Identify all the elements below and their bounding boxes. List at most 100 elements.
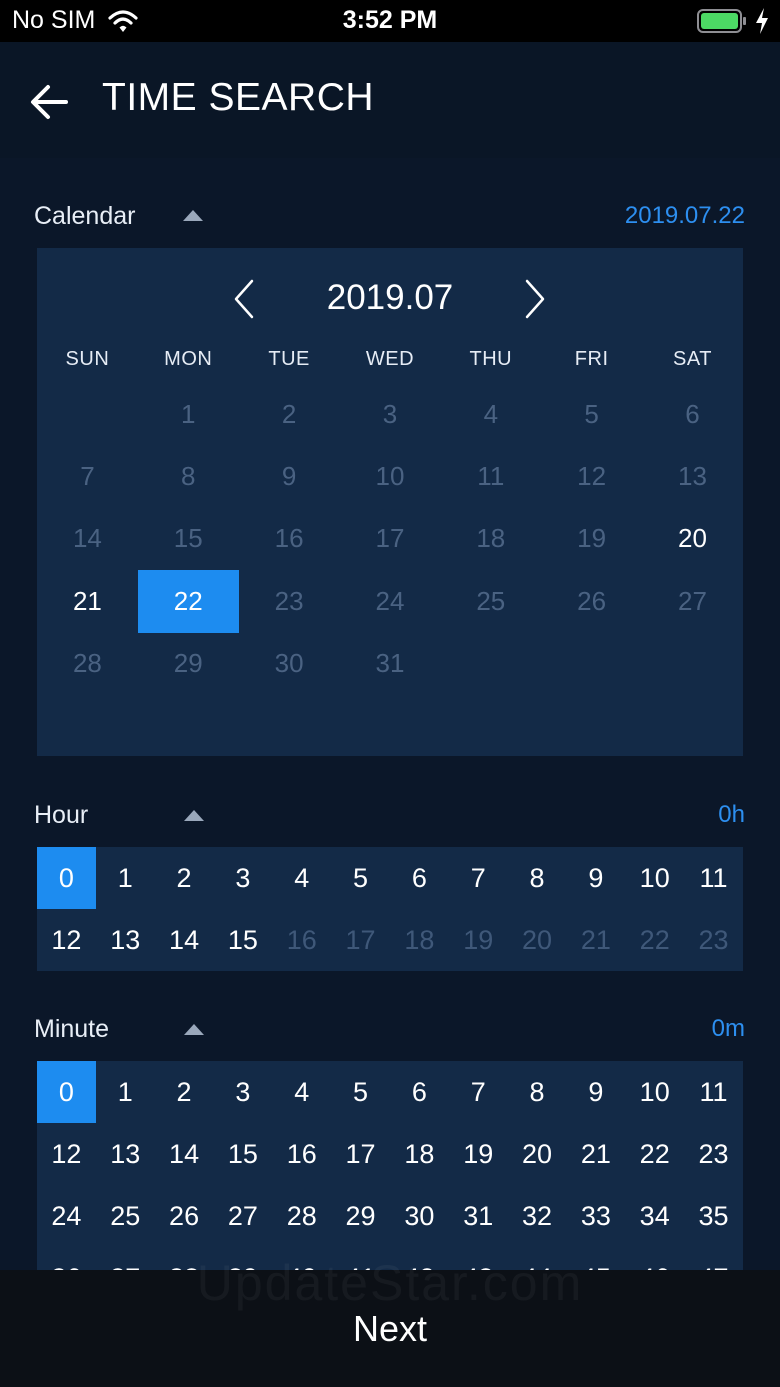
calendar-day-27: 27 <box>678 585 707 616</box>
calendar-day-23: 23 <box>274 585 304 616</box>
hour-option-8[interactable]: 8 <box>508 847 567 909</box>
minute-option-16[interactable]: 16 <box>272 1123 331 1185</box>
minute-option-12[interactable]: 12 <box>37 1123 96 1185</box>
calendar-day-30: 30 <box>274 648 304 679</box>
calendar-day-11: 11 <box>477 461 505 492</box>
minute-option-8[interactable]: 8 <box>508 1061 567 1123</box>
weekday-tue: TUE <box>268 348 310 370</box>
next-button[interactable]: Next <box>0 1270 780 1387</box>
clock: 3:52 PM <box>342 6 438 34</box>
hour-option-18: 18 <box>404 924 435 955</box>
calendar-day-9: 9 <box>281 461 297 492</box>
hour-option-14[interactable]: 14 <box>155 909 214 971</box>
minute-option-28[interactable]: 28 <box>272 1185 331 1247</box>
calendar-day-24: 24 <box>375 585 405 616</box>
hour-option-19: 19 <box>463 924 494 955</box>
minute-option-34[interactable]: 34 <box>625 1185 684 1247</box>
hour-label: Hour <box>34 801 89 829</box>
hour-collapse-caret-icon[interactable] <box>184 810 204 821</box>
calendar-day-13: 13 <box>678 461 707 492</box>
minute-option-1[interactable]: 1 <box>96 1061 155 1123</box>
hour-option-16: 16 <box>286 924 317 955</box>
minute-option-21[interactable]: 21 <box>566 1123 625 1185</box>
weekday-mon: MON <box>164 348 213 370</box>
minute-option-23[interactable]: 23 <box>684 1123 743 1185</box>
hour-option-1[interactable]: 1 <box>96 847 155 909</box>
minute-option-15[interactable]: 15 <box>213 1123 272 1185</box>
status-bar: No SIM 3:52 PM <box>0 0 780 42</box>
calendar-collapse-caret-icon[interactable] <box>183 210 203 221</box>
minute-collapse-caret-icon[interactable] <box>184 1024 204 1035</box>
calendar-day-5: 5 <box>584 398 599 429</box>
minute-option-20[interactable]: 20 <box>508 1123 567 1185</box>
calendar-day-18: 18 <box>476 523 506 554</box>
hour-option-11[interactable]: 11 <box>684 847 743 909</box>
minute-option-33[interactable]: 33 <box>566 1185 625 1247</box>
minute-option-9[interactable]: 9 <box>566 1061 625 1123</box>
minute-panel: 0 1 2 3 4 5 6 7 8 9 10 11 12 13 14 15 16 17 18 19 20 21 22 23 24… <box>37 1061 743 1270</box>
hour-option-10[interactable]: 10 <box>625 847 684 909</box>
weekday-header: SUN MON TUE WED THU FRI SAT <box>37 348 743 371</box>
minute-option-2[interactable]: 2 <box>155 1061 214 1123</box>
minute-option-0[interactable]: 0 <box>37 1061 96 1123</box>
hour-option-13[interactable]: 13 <box>96 909 155 971</box>
minute-option-3[interactable]: 3 <box>213 1061 272 1123</box>
calendar-day-10: 10 <box>375 461 405 492</box>
hour-option-6[interactable]: 6 <box>390 847 449 909</box>
hour-option-5[interactable]: 5 <box>331 847 390 909</box>
minute-option-29[interactable]: 29 <box>331 1185 390 1247</box>
calendar-selected-date: 2019.07.22 <box>624 202 745 229</box>
minute-option-6[interactable]: 6 <box>390 1061 449 1123</box>
minute-option-5[interactable]: 5 <box>331 1061 390 1123</box>
minute-option-25[interactable]: 25 <box>96 1185 155 1247</box>
page-title: TIME SEARCH <box>102 76 375 119</box>
calendar-day-25: 25 <box>476 585 506 616</box>
minute-option-19[interactable]: 19 <box>449 1123 508 1185</box>
hour-option-3[interactable]: 3 <box>213 847 272 909</box>
minute-option-11[interactable]: 11 <box>684 1061 743 1123</box>
hour-option-2[interactable]: 2 <box>155 847 214 909</box>
calendar-day-grid: 1 2 3 4 5 6 7 8 9 10 11 12 13 14 15 16 17 18 19 20 21 22 23 24 2… <box>37 383 743 695</box>
minute-option-13[interactable]: 13 <box>96 1123 155 1185</box>
calendar-day-16: 16 <box>274 523 304 554</box>
minute-option-22[interactable]: 22 <box>625 1123 684 1185</box>
minute-option-17[interactable]: 17 <box>331 1123 390 1185</box>
hour-option-15[interactable]: 15 <box>213 909 272 971</box>
minute-option-4[interactable]: 4 <box>272 1061 331 1123</box>
calendar-day-15: 15 <box>173 523 203 554</box>
hour-option-12[interactable]: 12 <box>37 909 96 971</box>
calendar-day-3: 3 <box>382 398 398 429</box>
minute-option-10[interactable]: 10 <box>625 1061 684 1123</box>
minute-option-27[interactable]: 27 <box>213 1185 272 1247</box>
chevron-right-icon[interactable] <box>523 278 547 320</box>
calendar-day-6: 6 <box>685 398 700 429</box>
minute-option-14[interactable]: 14 <box>155 1123 214 1185</box>
calendar-day-20[interactable]: 20 <box>642 508 743 570</box>
hour-option-9[interactable]: 9 <box>566 847 625 909</box>
minute-option-7[interactable]: 7 <box>449 1061 508 1123</box>
minute-selected-value: 0m <box>711 1015 745 1042</box>
minute-option-32[interactable]: 32 <box>508 1185 567 1247</box>
minute-option-35[interactable]: 35 <box>684 1185 743 1247</box>
minute-option-24[interactable]: 24 <box>37 1185 96 1247</box>
calendar-day-22[interactable]: 22 <box>137 570 239 633</box>
hour-option-0[interactable]: 0 <box>37 847 96 909</box>
hour-option-21: 21 <box>580 924 611 955</box>
hour-grid: 0 1 2 3 4 5 6 7 8 9 10 11 12 13 14 15 16 17 18 19 20 21 22 23 <box>37 847 743 971</box>
calendar-day-21[interactable]: 21 <box>37 570 138 632</box>
calendar-panel: 2019.07 SUN MON TUE WED THU FRI SAT 1234567891… <box>37 248 743 756</box>
calendar-day-29: 29 <box>173 648 203 679</box>
hour-option-22: 22 <box>639 924 670 955</box>
calendar-label: Calendar <box>34 202 136 230</box>
minute-option-26[interactable]: 26 <box>155 1185 214 1247</box>
calendar-day-1: 1 <box>181 398 196 429</box>
hour-option-7[interactable]: 7 <box>449 847 508 909</box>
minute-option-30[interactable]: 30 <box>390 1185 449 1247</box>
arrow-left-icon[interactable] <box>28 82 72 122</box>
minute-option-18[interactable]: 18 <box>390 1123 449 1185</box>
hour-option-20: 20 <box>522 924 553 955</box>
calendar-day-4: 4 <box>483 398 499 429</box>
minute-option-31[interactable]: 31 <box>449 1185 508 1247</box>
calendar-day-14: 14 <box>72 523 102 554</box>
hour-option-4[interactable]: 4 <box>272 847 331 909</box>
